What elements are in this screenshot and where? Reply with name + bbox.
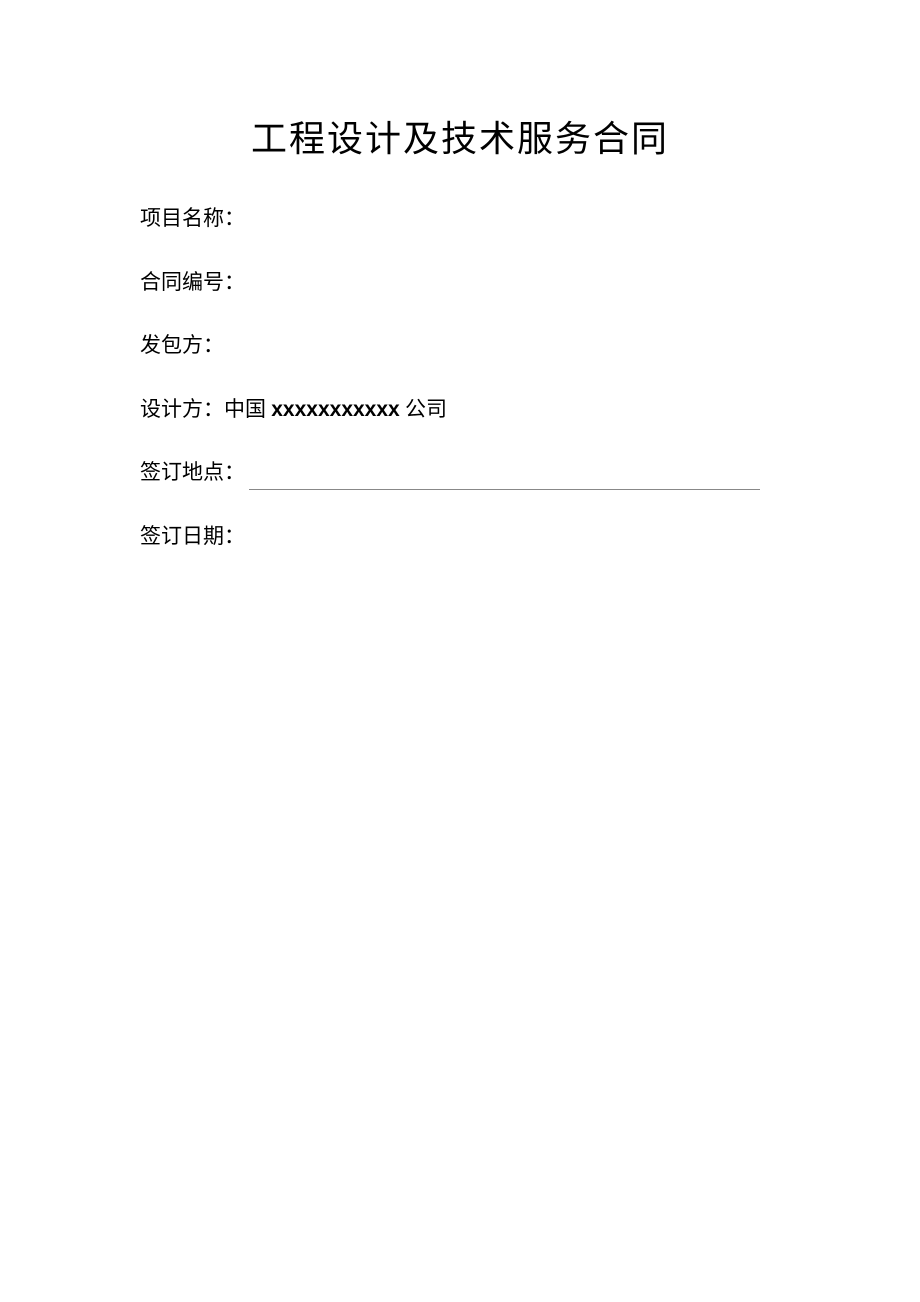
designer-value: 中国 xxxxxxxxxxx 公司	[224, 393, 447, 427]
contract-number-label: 合同编号：	[140, 266, 245, 300]
field-project-name: 项目名称：	[140, 202, 780, 236]
sign-location-label: 签订地点：	[140, 456, 245, 490]
designer-value-suffix: 公司	[400, 397, 447, 421]
field-employer: 发包方：	[140, 329, 780, 363]
designer-value-bold: xxxxxxxxxxx	[271, 398, 399, 421]
employer-label: 发包方：	[140, 329, 224, 363]
field-sign-date: 签订日期：	[140, 520, 780, 554]
field-designer: 设计方： 中国 xxxxxxxxxxx 公司	[140, 393, 780, 427]
field-contract-number: 合同编号：	[140, 266, 780, 300]
sign-date-label: 签订日期：	[140, 520, 245, 554]
designer-value-prefix: 中国	[224, 397, 271, 421]
document-page: 工程设计及技术服务合同 项目名称： 合同编号： 发包方： 设计方： 中国 xxx…	[0, 0, 920, 554]
designer-label: 设计方：	[140, 393, 224, 427]
field-sign-location: 签订地点：	[140, 456, 780, 490]
document-title: 工程设计及技术服务合同	[140, 110, 780, 162]
project-name-label: 项目名称：	[140, 202, 245, 236]
sign-location-underline	[249, 465, 760, 490]
